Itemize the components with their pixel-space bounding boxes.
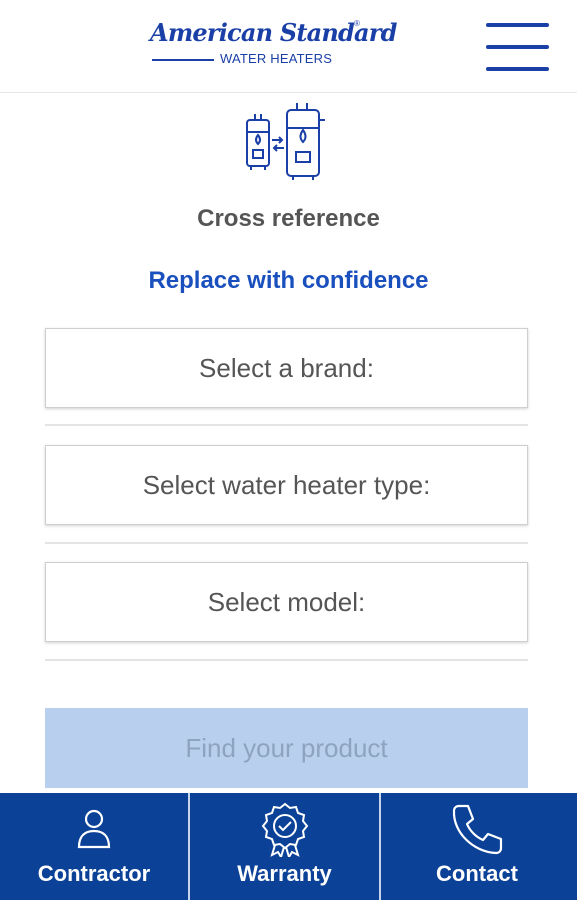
model-select[interactable]: Select model: — [45, 562, 528, 642]
divider — [45, 542, 528, 544]
nav-item-warranty[interactable]: Warranty — [188, 793, 381, 900]
nav-item-contractor[interactable]: Contractor — [0, 793, 188, 900]
find-product-button[interactable]: Find your product — [45, 708, 528, 788]
water-heater-swap-icon — [246, 103, 325, 180]
bottom-nav: Contractor Warranty Contact — [0, 793, 577, 900]
hamburger-menu-icon[interactable] — [486, 21, 550, 73]
brand-select[interactable]: Select a brand: — [45, 328, 528, 408]
nav-label-contractor: Contractor — [37, 861, 151, 886]
logo-rule — [152, 59, 214, 61]
logo-subtitle: WATER HEATERS — [220, 51, 333, 66]
heater-type-select-label: Select water heater type: — [142, 469, 431, 500]
nav-item-contact[interactable]: Contact — [381, 793, 573, 900]
certificate-badge-icon — [261, 802, 308, 857]
person-icon — [77, 809, 111, 849]
brand-select-label: Select a brand: — [199, 352, 374, 383]
nav-label-contact: Contact — [436, 861, 518, 886]
nav-label-warranty: Warranty — [237, 861, 332, 886]
app-header: American Standard ® WATER HEATERS — [0, 0, 577, 93]
model-select-label: Select model: — [207, 586, 366, 617]
divider — [45, 659, 528, 661]
find-product-button-label: Find your product — [185, 732, 388, 763]
heater-type-select[interactable]: Select water heater type: — [45, 445, 528, 525]
page-subtitle: Replace with confidence — [148, 267, 429, 294]
divider — [45, 424, 528, 426]
page-title: Cross reference — [197, 205, 380, 232]
american-standard-logo[interactable]: American Standard ® WATER HEATERS — [150, 18, 397, 70]
phone-icon — [452, 804, 503, 855]
logo-registered-mark: ® — [354, 19, 360, 28]
